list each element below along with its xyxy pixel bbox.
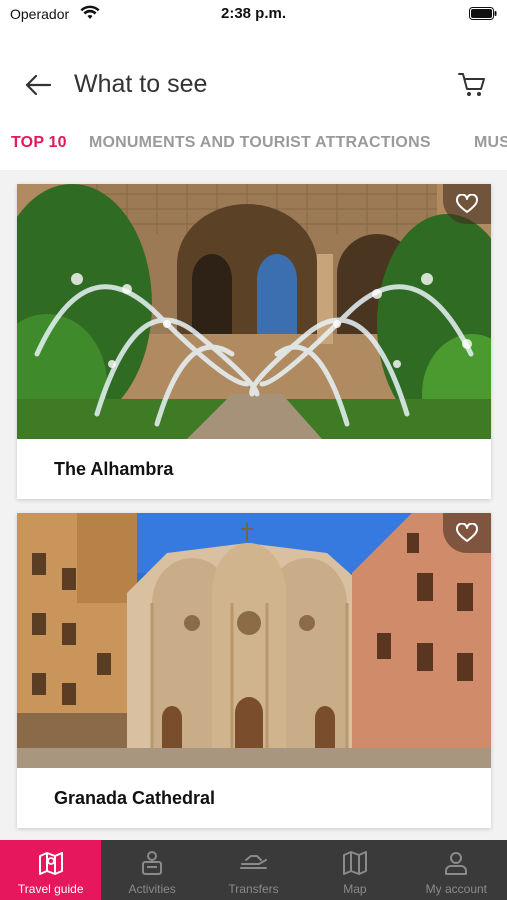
attraction-card[interactable]: The Alhambra xyxy=(17,184,491,499)
user-icon xyxy=(445,852,468,875)
alhambra-photo xyxy=(17,184,491,439)
nav-label: Transfers xyxy=(228,882,279,896)
attraction-title: Granada Cathedral xyxy=(54,787,216,808)
attraction-card[interactable]: Granada Cathedral xyxy=(17,513,491,828)
nav-map[interactable]: Map xyxy=(304,840,405,900)
nav-label: Map xyxy=(343,882,367,896)
cart-icon xyxy=(458,73,485,96)
clock: 2:38 p.m. xyxy=(220,5,287,22)
attraction-image xyxy=(17,513,491,768)
nav-travel-guide[interactable]: Travel guide xyxy=(0,840,102,900)
heart-icon xyxy=(456,194,478,213)
battery-icon xyxy=(469,7,497,20)
category-tabs: TOP 10 MONUMENTS AND TOURIST ATTRACTIONS… xyxy=(0,126,507,164)
cart-button[interactable] xyxy=(453,66,491,104)
attraction-image xyxy=(17,184,491,439)
attraction-card-footer: Granada Cathedral xyxy=(17,768,491,828)
nav-activities[interactable]: Activities xyxy=(101,840,202,900)
attractions-list: The Alhambra Granada Cathedral xyxy=(0,170,507,840)
bottom-nav: Travel guide Activities Transfers Map My… xyxy=(0,840,507,900)
heart-icon xyxy=(456,523,478,542)
favorite-button[interactable] xyxy=(443,184,491,224)
tab-monuments[interactable]: MONUMENTS AND TOURIST ATTRACTIONS xyxy=(89,134,431,152)
map-folded-icon xyxy=(342,851,367,875)
nav-my-account[interactable]: My account xyxy=(406,840,507,900)
transfers-icon xyxy=(239,855,267,869)
nav-label: Activities xyxy=(128,882,176,896)
nav-label: Travel guide xyxy=(17,882,84,896)
status-bar: Operador 2:38 p.m. xyxy=(0,0,507,30)
map-icon xyxy=(38,852,63,875)
activities-icon xyxy=(142,851,163,875)
page-title: What to see xyxy=(74,70,208,98)
attraction-card-footer: The Alhambra xyxy=(17,439,491,499)
nav-label: My account xyxy=(425,882,487,896)
attraction-title: The Alhambra xyxy=(54,458,174,479)
cathedral-photo xyxy=(17,513,491,768)
back-button[interactable] xyxy=(18,68,58,102)
nav-transfers[interactable]: Transfers xyxy=(203,840,304,900)
back-arrow-icon xyxy=(25,74,52,96)
header: What to see xyxy=(0,56,507,116)
tab-museums[interactable]: MUS xyxy=(474,134,507,152)
tab-top-10[interactable]: TOP 10 xyxy=(11,134,67,152)
favorite-button[interactable] xyxy=(443,513,491,553)
